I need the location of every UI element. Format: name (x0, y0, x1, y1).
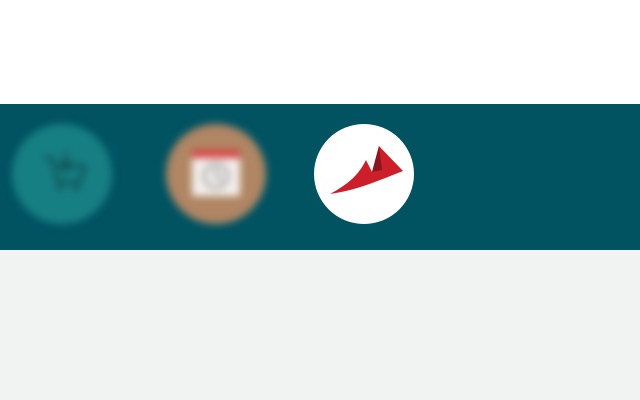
shopping-cart-icon (30, 140, 94, 209)
app-button-calendar[interactable] (166, 124, 266, 224)
bottom-content-area (0, 250, 640, 400)
page (0, 0, 640, 400)
app-button-red-flyer[interactable] (314, 124, 414, 224)
red-flyer-logo-icon (314, 124, 414, 224)
top-blank-area (0, 0, 640, 104)
calendar-clock-icon (184, 140, 248, 209)
app-button-shopping-cart[interactable] (12, 124, 112, 224)
